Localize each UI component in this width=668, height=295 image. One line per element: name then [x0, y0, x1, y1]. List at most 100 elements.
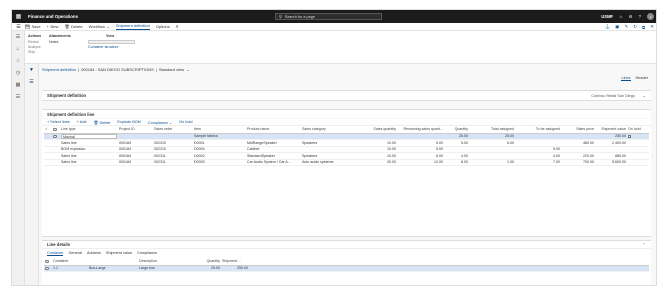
home-icon[interactable]: ⌂ — [16, 46, 19, 52]
on-hold-button[interactable]: On hold — [179, 120, 192, 124]
filter-icon[interactable]: ▼ — [29, 67, 34, 73]
search-box[interactable]: ⚲ Search for a page — [275, 13, 382, 20]
col-sales-price[interactable]: Sales price — [561, 126, 595, 134]
select-lines-button[interactable]: + Select lines — [47, 120, 70, 124]
lines-section-header: Shipment definition line — [42, 109, 651, 118]
office-icon[interactable]: ▣ — [615, 24, 619, 30]
hamburger-icon[interactable]: ☰ — [16, 34, 20, 40]
tab-shipment-definition[interactable]: Shipment definition — [115, 23, 150, 30]
left-navigation: ☰ ⌂ ☆ ◷ ▦ ☰ — [12, 31, 25, 285]
refresh-icon[interactable]: ↻ — [633, 24, 637, 30]
company-picker[interactable]: USMF — [601, 14, 613, 19]
col-sales-category[interactable]: Sales category — [301, 126, 353, 134]
on-hold-checkbox[interactable] — [628, 134, 632, 138]
tab-container[interactable]: Container — [47, 251, 64, 256]
col-product-name[interactable]: Product name — [246, 126, 301, 134]
save-button[interactable]: 💾 Save — [25, 24, 41, 29]
workspace-icon[interactable]: ▦ — [16, 82, 21, 88]
col-on-hold[interactable]: On hold — [627, 126, 649, 134]
row-select[interactable] — [44, 265, 52, 272]
breadcrumb-link[interactable]: Shipment definition — [42, 67, 76, 72]
grid-menu-icon[interactable]: ☰ — [12, 24, 25, 30]
help-icon[interactable]: ? — [639, 14, 641, 19]
table-header-row: ✓ Line type Project ID Sales order Item … — [44, 126, 649, 134]
col-quantity[interactable]: Quantity — [198, 258, 221, 266]
col-container[interactable]: Container — [52, 258, 88, 266]
col-shipment[interactable]: Shipment ... — [221, 258, 249, 266]
attach-icon[interactable]: ✎ — [624, 24, 628, 30]
bell-icon[interactable]: ♨ — [619, 14, 623, 19]
col-sales-order[interactable]: Sales order — [153, 126, 193, 134]
col-remaining[interactable]: Remaining sales quant... — [397, 126, 444, 134]
cell-quantity: 8.00 — [444, 159, 469, 166]
col-sales-quantity[interactable]: Sales quantity — [353, 126, 397, 134]
col-project-id[interactable]: Project ID — [118, 126, 153, 134]
delete-line-button[interactable]: 🗑 Delete — [94, 120, 111, 125]
row-select[interactable] — [52, 159, 60, 166]
container-structure-button[interactable]: Container structure — [88, 45, 135, 50]
action-pane: ☰ 💾 Save + New 🗑 Delete Workflow ⌄ Shipment … — [12, 23, 656, 31]
action-ribbon: Actions Revise Analyze Ship Attachments … — [25, 31, 656, 64]
action-search-icon[interactable]: ⚲ — [176, 24, 179, 29]
list-icon[interactable]: ☰ — [16, 94, 20, 100]
analyze-button[interactable]: Analyze — [28, 45, 41, 50]
cell-line-type[interactable]: Manual — [60, 133, 118, 140]
row-radio[interactable] — [45, 266, 49, 271]
col-line-type[interactable]: Line type — [60, 126, 118, 134]
table-row[interactable]: 1.1 Box-Large Large box 25.00 250.00 — [44, 265, 649, 272]
line-type-input[interactable]: Manual — [61, 133, 117, 139]
app-launcher-icon[interactable]: ▦ — [12, 10, 25, 23]
row-radio[interactable] — [53, 134, 57, 139]
close-icon[interactable]: ✕ — [650, 24, 654, 30]
explode-bom-button[interactable]: Explode BOM — [117, 120, 140, 124]
container-table: Container Description Quantity Shipment … — [44, 258, 649, 272]
tab-options[interactable]: Options — [156, 24, 170, 29]
workflow-button[interactable]: Workflow ⌄ — [89, 24, 110, 29]
chevron-down-icon[interactable]: ⌄ — [643, 93, 646, 98]
tab-general[interactable]: General — [68, 251, 82, 255]
avatar[interactable]: A — [647, 13, 654, 20]
col-quantity[interactable]: Quantity — [444, 126, 469, 134]
new-button[interactable]: + New — [47, 24, 59, 29]
table-row[interactable]: Sales line 000184 002311 D0003 Car Audio… — [44, 159, 649, 166]
view-selector[interactable]: Standard view — [159, 67, 184, 72]
fasttab-title: Shipment definition — [47, 93, 87, 98]
tab-shipment-value[interactable]: Shipment value — [106, 251, 132, 255]
col-shipment-value[interactable]: Shipment value — [595, 126, 627, 134]
lines-table: ✓ Line type Project ID Sales order Item … — [44, 126, 649, 166]
chevron-down-icon[interactable]: ⌄ — [186, 67, 189, 72]
col-total-assigned[interactable]: Total assigned — [469, 126, 515, 134]
breadcrumb-separator: | — [78, 67, 80, 72]
tab-header[interactable]: Header — [636, 76, 648, 81]
list-icon[interactable]: ☰ — [29, 79, 33, 85]
add-line-button[interactable]: + Add — [77, 120, 87, 124]
cell-on-hold[interactable] — [627, 159, 649, 166]
cell-item: D0003 — [193, 159, 246, 166]
clock-icon[interactable]: ◷ — [16, 70, 20, 76]
star-icon[interactable]: ☆ — [16, 58, 20, 64]
gear-icon[interactable]: ⚙ — [629, 14, 633, 19]
tab-compliance[interactable]: Compliance — [137, 251, 157, 255]
notes-button[interactable]: Notes — [49, 40, 71, 45]
section-title: Shipment definition line — [47, 111, 95, 117]
popout-icon[interactable]: ⧉ — [642, 25, 645, 30]
delete-button[interactable]: 🗑 Delete — [64, 24, 82, 29]
cell-description: Large box — [138, 265, 198, 272]
col-to-be-assigned[interactable]: To be assigned — [515, 126, 561, 134]
select-all-radio[interactable] — [45, 259, 49, 264]
shipment-definition-fasttab[interactable]: Shipment definition Contoso Retail San D… — [42, 90, 651, 101]
cell-remaining: 12.00 — [397, 159, 444, 166]
chevron-up-icon[interactable]: ⌃ — [642, 242, 646, 247]
fasttab-summary: Contoso Retail San Diego — [591, 93, 635, 98]
header-select[interactable]: ✓ — [44, 126, 52, 134]
link-icon[interactable]: ⚓ — [605, 24, 611, 30]
tab-lines[interactable]: Lines — [621, 76, 631, 81]
ship-button[interactable]: Ship — [28, 50, 41, 55]
col-description[interactable]: Description — [138, 258, 198, 266]
col-item[interactable]: Item — [193, 126, 246, 134]
compliance-button[interactable]: Compliance ⌄ — [148, 120, 172, 125]
select-all-radio[interactable] — [53, 127, 57, 132]
view-field[interactable] — [88, 39, 135, 44]
tab-address[interactable]: Address — [87, 251, 101, 255]
line-details-header[interactable]: Line details ⌃ — [42, 241, 651, 249]
